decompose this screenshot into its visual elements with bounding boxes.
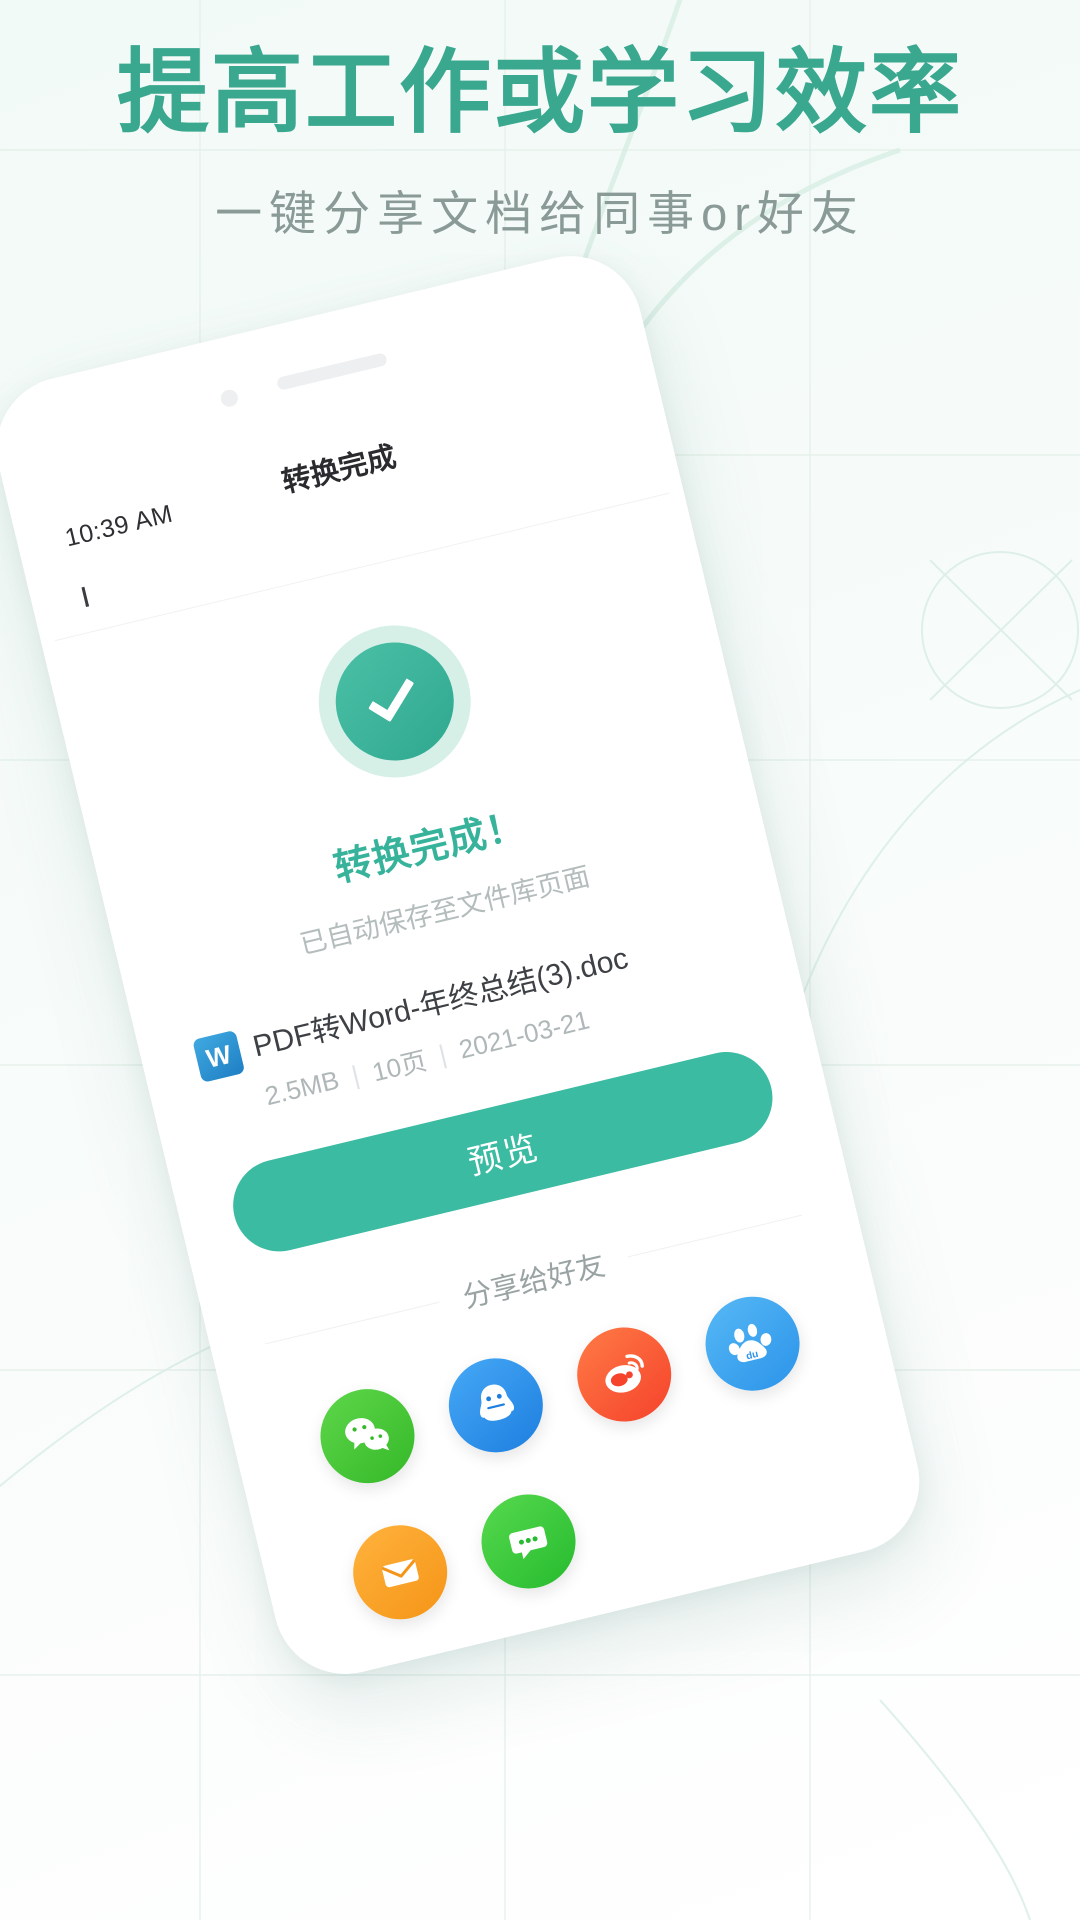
promo-text-block: 提高工作或学习效率 一键分享文档给同事or好友 — [0, 42, 1080, 244]
share-wechat-button[interactable] — [310, 1379, 425, 1493]
share-message-button[interactable] — [471, 1484, 586, 1599]
share-heading: 分享给好友 — [434, 1236, 633, 1323]
svg-text:du: du — [745, 1349, 759, 1363]
share-email-button[interactable] — [343, 1515, 457, 1629]
weibo-icon — [605, 1354, 644, 1393]
file-size: 2.5MB — [261, 1064, 342, 1112]
chevron-left-icon[interactable] — [77, 586, 89, 607]
baidu-icon: du — [728, 1323, 772, 1363]
word-file-icon: W — [192, 1029, 246, 1083]
phone-screen: 10:39 AM 转换完成 转换完成！ 已自动保存至文件库页面 W PDF转Wo… — [21, 351, 921, 1686]
meta-separator-2: | — [435, 1038, 450, 1070]
phone-speaker-icon — [276, 352, 388, 391]
wechat-icon — [345, 1418, 390, 1451]
phone-mockup-stage: 10:39 AM 转换完成 转换完成！ 已自动保存至文件库页面 W PDF转Wo… — [0, 0, 1080, 1920]
qq-icon — [480, 1384, 515, 1421]
phone-mockup: 10:39 AM 转换完成 转换完成！ 已自动保存至文件库页面 W PDF转Wo… — [0, 241, 935, 1689]
meta-separator-1: | — [348, 1059, 363, 1091]
message-icon — [509, 1526, 548, 1560]
share-baidu-button[interactable]: du — [695, 1287, 810, 1401]
page-title: 提高工作或学习效率 — [116, 42, 963, 144]
check-circle-icon — [303, 609, 487, 794]
file-date: 2021-03-21 — [455, 1004, 593, 1065]
page-subtitle: 一键分享文档给同事or好友 — [215, 187, 865, 241]
email-icon — [381, 1559, 419, 1588]
phone-camera-icon — [219, 387, 240, 409]
share-qq-button[interactable] — [439, 1348, 553, 1463]
file-pages: 10页 — [369, 1045, 430, 1088]
share-weibo-button[interactable] — [567, 1317, 681, 1432]
